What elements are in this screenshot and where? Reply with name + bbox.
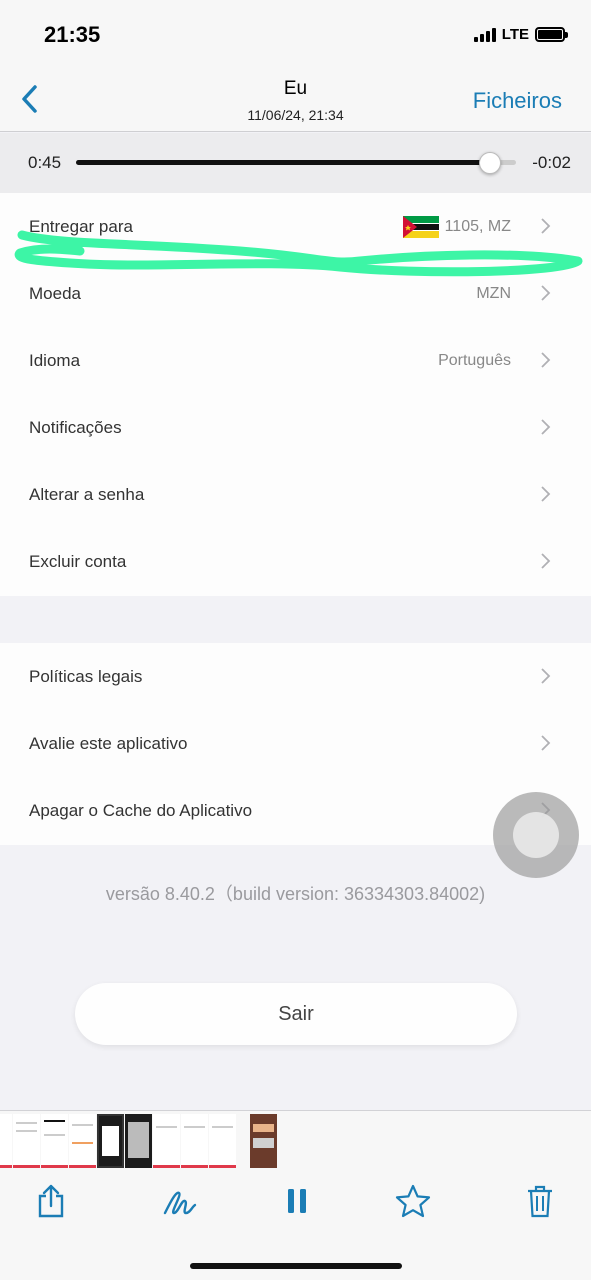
assistive-touch-button[interactable] bbox=[493, 792, 579, 878]
settings-group-account: Entregar para 1105, MZ Moeda MZN Idioma bbox=[0, 193, 591, 596]
settings-row-change-password[interactable]: Alterar a senha bbox=[0, 461, 591, 528]
chevron-right-icon bbox=[541, 668, 551, 684]
chevron-right-icon bbox=[541, 285, 551, 301]
chevron-right-icon bbox=[541, 735, 551, 751]
scrubber-handle[interactable] bbox=[478, 152, 501, 174]
status-icons: LTE bbox=[473, 26, 568, 43]
photo-toolbar bbox=[0, 1173, 591, 1228]
thumbnail[interactable] bbox=[153, 1114, 180, 1168]
navigation-bar: Eu 11/06/24, 21:34 Ficheiros bbox=[0, 70, 591, 132]
remaining-time: -0:02 bbox=[532, 153, 571, 172]
row-value: MZN bbox=[476, 284, 511, 302]
pause-icon bbox=[288, 1189, 306, 1213]
row-label: Idioma bbox=[29, 350, 81, 370]
chevron-right-icon bbox=[541, 419, 551, 435]
chevron-right-icon bbox=[541, 553, 551, 569]
home-indicator bbox=[190, 1263, 402, 1269]
share-icon bbox=[38, 1184, 64, 1218]
scrubber-progress bbox=[76, 160, 490, 165]
settings-row-language[interactable]: Idioma Português bbox=[0, 327, 591, 394]
row-label: Excluir conta bbox=[29, 551, 127, 571]
photos-bottom-bar bbox=[0, 1110, 591, 1280]
row-label: Moeda bbox=[29, 283, 81, 303]
scrubber-track[interactable] bbox=[76, 152, 516, 174]
thumbnail[interactable] bbox=[41, 1114, 68, 1168]
logout-button[interactable]: Sair bbox=[75, 983, 517, 1045]
thumbnail[interactable] bbox=[13, 1114, 40, 1168]
thumbnail[interactable] bbox=[181, 1114, 208, 1168]
row-label: Políticas legais bbox=[29, 666, 143, 686]
settings-row-deliver-to[interactable]: Entregar para 1105, MZ bbox=[0, 193, 591, 260]
thumbnail[interactable] bbox=[250, 1114, 277, 1168]
row-label: Notificações bbox=[29, 417, 122, 437]
share-button[interactable] bbox=[31, 1181, 71, 1221]
settings-row-currency[interactable]: Moeda MZN bbox=[0, 260, 591, 327]
signal-icon bbox=[473, 27, 496, 42]
row-value-text: 1105, MZ bbox=[444, 217, 511, 235]
markup-icon bbox=[163, 1191, 197, 1215]
chevron-right-icon bbox=[541, 218, 551, 234]
row-value: Português bbox=[438, 351, 511, 369]
video-scrubber: 0:45 -0:02 bbox=[0, 133, 591, 193]
settings-row-notifications[interactable]: Notificações bbox=[0, 394, 591, 461]
settings-row-legal-policies[interactable]: Políticas legais bbox=[0, 643, 591, 710]
thumbnail-selected[interactable] bbox=[97, 1114, 124, 1168]
row-label: Entregar para bbox=[29, 216, 133, 236]
thumbnail[interactable] bbox=[125, 1114, 152, 1168]
files-button[interactable]: Ficheiros bbox=[473, 88, 562, 114]
settings-row-delete-account[interactable]: Excluir conta bbox=[0, 528, 591, 595]
network-label: LTE bbox=[501, 26, 529, 43]
chevron-right-icon bbox=[541, 352, 551, 368]
thumbnail[interactable] bbox=[209, 1114, 236, 1168]
trash-icon bbox=[528, 1185, 552, 1218]
markup-button[interactable] bbox=[160, 1181, 200, 1221]
favorite-button[interactable] bbox=[393, 1181, 433, 1221]
row-value: 1105, MZ bbox=[402, 215, 511, 238]
settings-row-rate-app[interactable]: Avalie este aplicativo bbox=[0, 710, 591, 777]
thumbnail-strip[interactable] bbox=[0, 1114, 277, 1168]
row-label: Alterar a senha bbox=[29, 484, 145, 504]
delete-button[interactable] bbox=[520, 1181, 560, 1221]
elapsed-time: 0:45 bbox=[28, 153, 62, 172]
thumbnail[interactable] bbox=[0, 1114, 12, 1168]
favorite-icon bbox=[395, 1184, 431, 1218]
thumbnail-gap bbox=[237, 1114, 249, 1168]
row-label: Apagar o Cache do Aplicativo bbox=[29, 800, 253, 820]
battery-icon bbox=[535, 27, 568, 42]
thumbnail[interactable] bbox=[69, 1114, 96, 1168]
version-text: versão 8.40.2（build version: 36334303.84… bbox=[105, 884, 486, 904]
status-time: 21:35 bbox=[44, 22, 101, 47]
pause-button[interactable] bbox=[277, 1181, 317, 1221]
chevron-right-icon bbox=[541, 486, 551, 502]
row-label: Avalie este aplicativo bbox=[29, 733, 188, 753]
mozambique-flag-icon bbox=[402, 215, 439, 238]
status-bar: 21:35 LTE bbox=[0, 0, 591, 70]
